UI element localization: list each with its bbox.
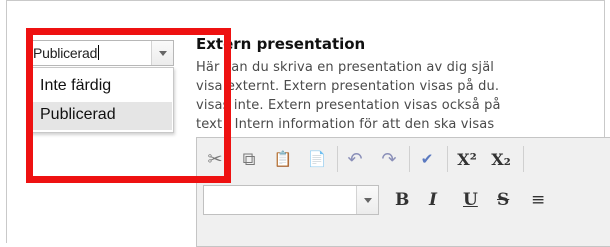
italic-button[interactable]: I [429, 190, 437, 210]
description-line: visas inte. Extern presentation visas oc… [196, 98, 501, 113]
editor-toolbar-row-2: B I U S ≡ [197, 178, 610, 218]
strikethrough-button[interactable]: S [497, 190, 509, 210]
chevron-down-icon [363, 197, 372, 203]
paste-word-icon[interactable]: 📄 [305, 147, 329, 171]
format-select[interactable] [203, 185, 379, 215]
description-line: visa externt. Extern presentation visas … [196, 79, 500, 94]
section-title: Extern presentation [196, 35, 366, 53]
subscript-icon[interactable]: X₂ [489, 147, 513, 171]
toolbar-separator [337, 146, 338, 172]
status-select[interactable]: Publicerad [28, 40, 174, 66]
copy-icon[interactable]: ⧉ [237, 147, 261, 171]
redo-icon[interactable]: ↷ [377, 147, 401, 171]
dropdown-toggle-button[interactable] [151, 41, 173, 65]
align-left-icon[interactable]: ≡ [531, 190, 545, 210]
underline-button[interactable]: U [463, 190, 478, 210]
spellcheck-icon[interactable]: ✔ [415, 147, 439, 171]
undo-icon[interactable]: ↶ [343, 147, 367, 171]
rich-text-editor: ✂ ⧉ 📋 📄 ↶ ↷ ✔ X² X₂ B I U S ≡ [196, 137, 610, 247]
option-label: Publicerad [40, 106, 116, 123]
status-options-list: Inte färdig Publicerad [28, 67, 174, 133]
panel-border-left [6, 0, 7, 243]
option-inte-fardig[interactable]: Inte färdig [30, 73, 172, 101]
toolbar-separator [447, 146, 448, 172]
editor-toolbar-row-1: ✂ ⧉ 📋 📄 ↶ ↷ ✔ X² X₂ [197, 138, 610, 178]
chevron-down-icon [158, 50, 167, 56]
toolbar-separator [523, 146, 524, 172]
option-label: Inte färdig [40, 77, 112, 94]
description-line: Här kan du skriva en presentation av dig… [196, 60, 495, 75]
text-caret [98, 45, 100, 60]
option-publicerad[interactable]: Publicerad [30, 102, 172, 130]
bold-button[interactable]: B [395, 190, 409, 210]
format-dropdown-button[interactable] [356, 186, 378, 214]
panel-border-top [6, 0, 605, 1]
status-select-value: Publicerad [33, 45, 98, 61]
cut-icon[interactable]: ✂ [203, 147, 227, 171]
superscript-icon[interactable]: X² [455, 147, 479, 171]
description-line: text i Intern information för att den sk… [196, 117, 495, 132]
paste-icon[interactable]: 📋 [271, 147, 295, 171]
toolbar-separator [409, 146, 410, 172]
